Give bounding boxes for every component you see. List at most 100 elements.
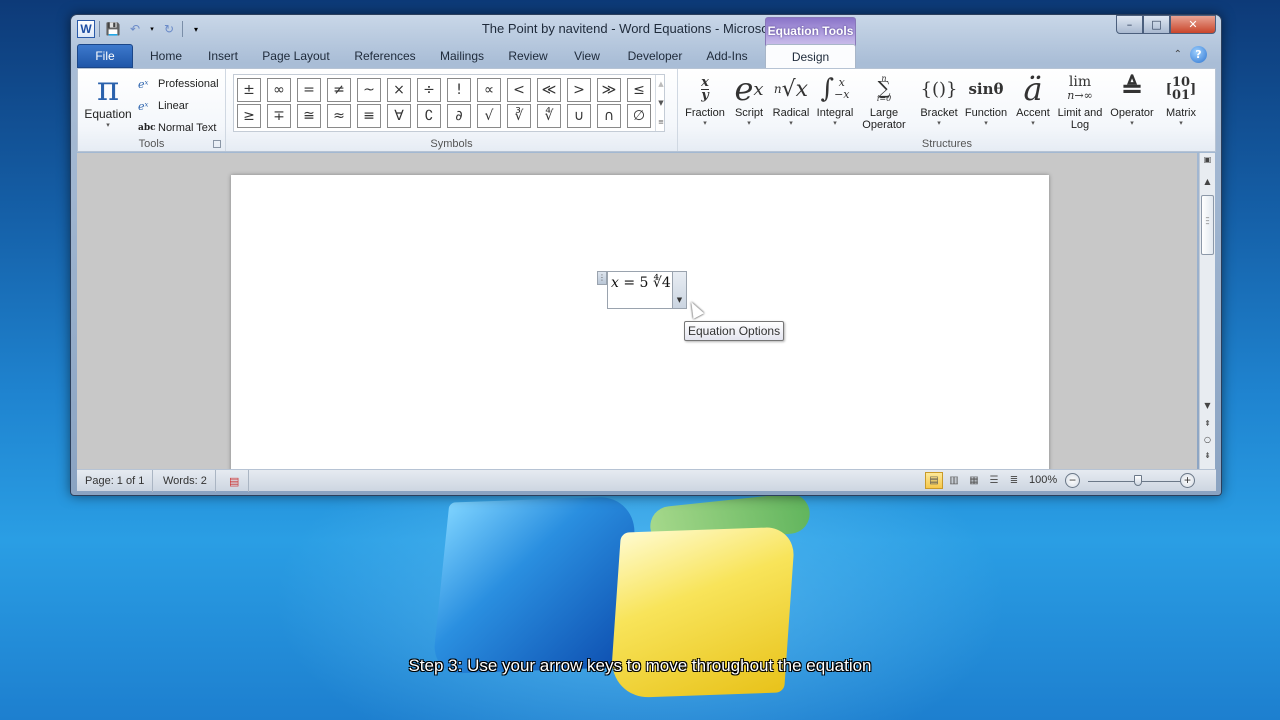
gallery-more-icon[interactable]: ≡ (658, 118, 664, 126)
minimize-ribbon-icon[interactable]: ⌃ (1174, 49, 1182, 60)
symbol-button[interactable]: ≡ (357, 104, 381, 128)
zoom-out-button[interactable]: − (1065, 473, 1080, 488)
matrix-button[interactable]: [10 01] Matrix ▾ (1156, 71, 1206, 127)
page-count[interactable]: Page: 1 of 1 (77, 470, 154, 492)
tab-review[interactable]: Review (503, 44, 553, 68)
zoom-in-button[interactable]: + (1180, 473, 1195, 488)
symbol-button[interactable]: ≫ (597, 78, 621, 102)
symbol-button[interactable]: × (387, 78, 411, 102)
close-button[interactable]: ✕ (1170, 15, 1216, 34)
symbol-button[interactable]: ± (237, 78, 261, 102)
scroll-down-icon[interactable]: ▼ (658, 99, 663, 107)
linear-button[interactable]: eˣ Linear (138, 95, 219, 117)
tab-file[interactable]: File (77, 44, 133, 68)
symbol-button[interactable]: ≠ (327, 78, 351, 102)
ribbon: π Equation ▾ eˣ Professional eˣ Linear abc… (77, 68, 1216, 152)
dialog-launcher-icon[interactable] (213, 140, 221, 148)
document-page[interactable]: ⋮ x = 5 ∜4 ▼ Equation Options (231, 175, 1049, 469)
symbol-button[interactable]: ∪ (567, 104, 591, 128)
mouse-cursor-icon (685, 299, 705, 319)
zoom-level[interactable]: 100% (1029, 474, 1057, 486)
symbol-button[interactable]: ∂ (447, 104, 471, 128)
scroll-up-icon[interactable]: ▲ (658, 80, 663, 88)
vertical-scrollbar[interactable]: ▣ ▲ – – – ▼ ⇞ ○ ⇟ (1199, 153, 1215, 469)
web-layout-icon[interactable]: ▦ (965, 472, 983, 489)
tab-home[interactable]: Home (141, 44, 191, 68)
professional-icon: eˣ (138, 77, 149, 91)
document-area[interactable]: ⋮ x = 5 ∜4 ▼ Equation Options (77, 153, 1197, 469)
normal-text-button[interactable]: abc Normal Text (138, 117, 219, 139)
proofing-icon[interactable]: ▤ (221, 470, 249, 492)
ruler-toggle-icon[interactable]: ▣ (1200, 155, 1215, 164)
tab-references[interactable]: References (345, 44, 425, 68)
symbol-button[interactable]: ! (447, 78, 471, 102)
previous-page-icon[interactable]: ⇞ (1200, 419, 1215, 428)
tab-mailings[interactable]: Mailings (433, 44, 491, 68)
accent-button[interactable]: ä Accent ▾ (1008, 70, 1058, 127)
linear-icon: eˣ (138, 99, 149, 113)
fraction-icon: xy (701, 74, 709, 103)
symbol-button[interactable]: ≥ (237, 104, 261, 128)
equation-options-button[interactable]: ▼ (672, 272, 686, 308)
equation-button[interactable]: π Equation ▾ (80, 71, 136, 133)
outline-icon[interactable]: ☰ (985, 472, 1003, 489)
operator-button[interactable]: ≜ Operator ▾ (1106, 71, 1158, 127)
help-icon[interactable]: ? (1190, 46, 1207, 63)
symbol-button[interactable]: ∞ (267, 78, 291, 102)
large-operator-button[interactable]: n ∑ i=0 Large Operator (856, 71, 912, 131)
symbol-button[interactable]: ≈ (327, 104, 351, 128)
tab-add-ins[interactable]: Add-Ins (699, 44, 755, 68)
tab-view[interactable]: View (565, 44, 609, 68)
symbol-button[interactable]: < (507, 78, 531, 102)
context-tab-label: Equation Tools (767, 24, 854, 38)
chevron-down-icon: ▾ (106, 122, 110, 129)
symbol-button[interactable]: = (297, 78, 321, 102)
equation-box[interactable]: x = 5 ∜4 ▼ (607, 271, 687, 309)
fraction-label: Fraction (685, 107, 725, 119)
limit-icon: lim n→∞ (1067, 74, 1093, 102)
symbol-button[interactable]: ≅ (297, 104, 321, 128)
symbol-button[interactable]: ∛ (507, 104, 531, 128)
professional-button[interactable]: eˣ Professional (138, 73, 219, 95)
function-button[interactable]: sinθ Function ▾ (958, 71, 1014, 127)
print-layout-icon[interactable]: ▤ (925, 472, 943, 489)
fraction-button[interactable]: xy Fraction ▾ (680, 71, 730, 128)
symbol-button[interactable]: ∁ (417, 104, 441, 128)
equation-text[interactable]: x = 5 ∜4 (611, 275, 671, 291)
symbol-button[interactable]: ∀ (387, 104, 411, 128)
symbol-button[interactable]: ≪ (537, 78, 561, 102)
next-page-icon[interactable]: ⇟ (1200, 451, 1215, 460)
word-count[interactable]: Words: 2 (155, 470, 216, 492)
symbol-button[interactable]: ∅ (627, 104, 651, 128)
tab-insert[interactable]: Insert (199, 44, 247, 68)
full-screen-reading-icon[interactable]: ▥ (945, 472, 963, 489)
symbol-button[interactable]: ∩ (597, 104, 621, 128)
integral-button[interactable]: ∫ x −x Integral ▾ (810, 71, 860, 127)
minimize-button[interactable]: – (1116, 15, 1143, 34)
radical-button[interactable]: n √x Radical ▾ (766, 71, 816, 128)
symbol-button[interactable]: ≤ (627, 78, 651, 102)
function-icon: sinθ (968, 80, 1004, 98)
symbol-button[interactable]: √ (477, 104, 501, 128)
symbol-button[interactable]: > (567, 78, 591, 102)
maximize-button[interactable]: □ (1143, 15, 1170, 34)
scroll-down-icon[interactable]: ▼ (1200, 401, 1215, 410)
equation-handle[interactable]: ⋮ (597, 271, 607, 285)
tab-page-layout[interactable]: Page Layout (255, 44, 337, 68)
symbol-button[interactable]: ~ (357, 78, 381, 102)
gallery-scroll[interactable]: ▲ ▼ ≡ (655, 75, 666, 131)
symbol-button[interactable]: ∝ (477, 78, 501, 102)
scroll-thumb[interactable]: – – – (1201, 195, 1214, 255)
tab-developer[interactable]: Developer (623, 44, 687, 68)
limit-log-button[interactable]: lim n→∞ Limit and Log (1052, 71, 1108, 131)
browse-object-icon[interactable]: ○ (1200, 435, 1215, 444)
integral-label: Integral (816, 107, 854, 119)
symbol-button[interactable]: ∓ (267, 104, 291, 128)
symbol-button[interactable]: ∜ (537, 104, 561, 128)
tab-design[interactable]: Design (765, 44, 856, 69)
scroll-up-icon[interactable]: ▲ (1200, 177, 1215, 186)
zoom-slider-thumb[interactable] (1134, 475, 1142, 486)
draft-icon[interactable]: ≣ (1005, 472, 1023, 489)
symbol-button[interactable]: ÷ (417, 78, 441, 102)
bracket-button[interactable]: {()} Bracket ▾ (914, 71, 964, 128)
